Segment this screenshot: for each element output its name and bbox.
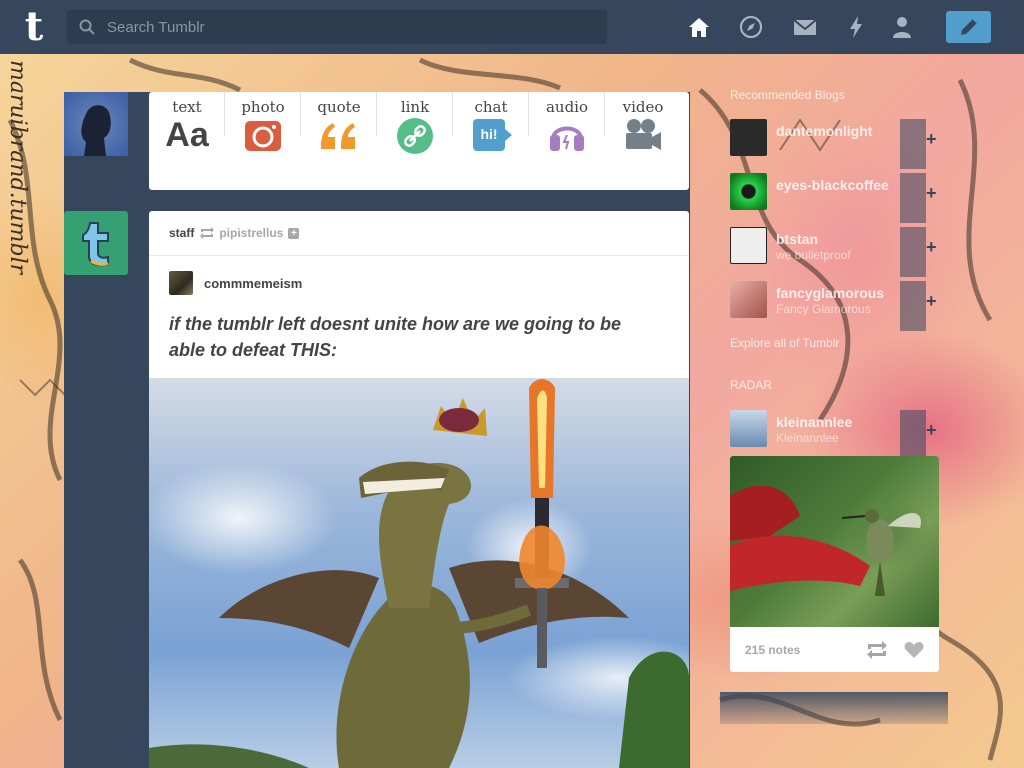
post-type-link[interactable]: link	[377, 92, 453, 190]
chat-icon-glyph: hi!	[480, 126, 498, 142]
link-icon	[397, 118, 433, 154]
post-type-photo-label: photo	[241, 98, 285, 116]
follow-plus-icon[interactable]: +	[926, 129, 937, 150]
reblogger-name[interactable]: commmemeism	[204, 276, 302, 291]
account-icon[interactable]	[889, 14, 915, 40]
blog-avatar[interactable]	[730, 410, 767, 447]
post-type-text[interactable]: text Aa	[149, 92, 225, 190]
inbox-icon[interactable]	[792, 14, 818, 40]
recommended-blog[interactable]: eyes-blackcoffee +	[730, 173, 937, 223]
explore-icon[interactable]	[738, 14, 764, 40]
explore-all-link[interactable]: Explore all of Tumblr	[730, 336, 839, 350]
post-type-video[interactable]: video	[605, 92, 681, 190]
radar-heading: RADAR	[730, 378, 773, 392]
top-navigation-bar: t	[0, 0, 1024, 54]
blog-name[interactable]: eyes-blackcoffee	[776, 177, 889, 193]
blog-name[interactable]: fancyglamorous	[776, 285, 884, 301]
post-type-audio[interactable]: audio	[529, 92, 605, 190]
dinosaur-king-illustration	[149, 379, 689, 768]
search-input[interactable]	[105, 17, 589, 37]
blog-title: we bulletproof	[776, 248, 851, 262]
post-type-link-label: link	[400, 98, 430, 116]
recommended-blogs-heading: Recommended Blogs	[730, 88, 845, 102]
user-avatar[interactable]	[64, 92, 128, 156]
post-source-link[interactable]: pipistrellus	[219, 226, 283, 240]
video-camera-icon	[626, 119, 661, 150]
row-divider	[900, 410, 926, 460]
sidebar-footer-bar	[720, 692, 948, 724]
radar-image[interactable]	[730, 456, 939, 627]
post-type-composer: text Aa photo quote link chat hi! audio …	[149, 92, 689, 190]
blog-avatar[interactable]	[730, 281, 767, 318]
reblog-trail: commmemeism	[169, 271, 302, 295]
blog-name[interactable]: kleinannlee	[776, 414, 852, 430]
recommended-blog[interactable]: dantemonlight +	[730, 119, 937, 169]
reblogger-avatar[interactable]	[169, 271, 193, 295]
post-type-quote[interactable]: quote	[301, 92, 377, 190]
radar-blog[interactable]: kleinannlee Kleinannlee +	[730, 410, 937, 460]
post-type-quote-label: quote	[317, 98, 361, 116]
row-divider	[900, 227, 926, 277]
radar-post-card[interactable]: 215 notes	[730, 456, 939, 672]
radar-footer: 215 notes	[730, 627, 939, 672]
tumblr-logo[interactable]: t	[14, 7, 54, 47]
post-type-text-label: text	[172, 98, 202, 116]
camera-icon	[245, 121, 281, 151]
blog-avatar[interactable]	[730, 227, 767, 264]
blog-name[interactable]: btstan	[776, 231, 818, 247]
post-type-video-label: video	[622, 98, 664, 116]
notes-count[interactable]: 215 notes	[745, 643, 850, 657]
search-bar	[67, 10, 607, 44]
compose-button[interactable]	[946, 11, 991, 43]
follow-plus-icon[interactable]: +	[926, 420, 937, 441]
post-image[interactable]	[149, 378, 689, 768]
staff-avatar[interactable]	[64, 211, 128, 275]
blog-avatar[interactable]	[730, 173, 767, 210]
text-aa-icon: Aa	[165, 116, 209, 154]
search-icon	[79, 19, 95, 35]
post-header: staff pipistrellus +	[149, 211, 689, 256]
hummingbird-illustration	[730, 485, 921, 596]
dashboard-post: staff pipistrellus + commmemeism if the …	[149, 211, 689, 768]
home-icon[interactable]	[686, 14, 712, 40]
silhouette-icon	[81, 105, 111, 156]
blog-avatar[interactable]	[730, 119, 767, 156]
blog-name[interactable]: dantemonlight	[776, 123, 872, 139]
recommended-blog[interactable]: fancyglamorous Fancy Glamorous +	[730, 281, 937, 331]
follow-plus-icon[interactable]: +	[926, 183, 937, 204]
headphones-icon	[550, 126, 584, 151]
post-type-audio-label: audio	[545, 98, 589, 116]
follow-icon[interactable]: +	[288, 227, 300, 239]
quote-icon	[321, 123, 355, 149]
post-type-chat-label: chat	[474, 98, 508, 116]
post-author-link[interactable]: staff	[169, 226, 194, 240]
background-blog-url: maruibrand.tumblr	[5, 60, 30, 275]
row-divider	[900, 119, 926, 169]
post-type-photo[interactable]: photo	[225, 92, 301, 190]
heart-icon[interactable]	[904, 641, 924, 659]
post-type-chat[interactable]: chat hi!	[453, 92, 529, 190]
blog-title: Kleinannlee	[776, 431, 839, 445]
pencil-icon	[960, 18, 977, 35]
follow-plus-icon[interactable]: +	[926, 291, 937, 312]
blog-title: Fancy Glamorous	[776, 302, 871, 316]
row-divider	[900, 281, 926, 331]
activity-icon[interactable]	[843, 14, 869, 40]
reblog-icon[interactable]	[866, 640, 888, 659]
row-divider	[900, 173, 926, 223]
post-body-text: if the tumblr left doesnt unite how are …	[169, 314, 622, 360]
tumblr-t-logo-icon	[82, 222, 109, 267]
reblog-icon	[200, 227, 215, 239]
follow-plus-icon[interactable]: +	[926, 237, 937, 258]
recommended-blog[interactable]: btstan we bulletproof +	[730, 227, 937, 277]
chat-icon: hi!	[471, 117, 512, 153]
